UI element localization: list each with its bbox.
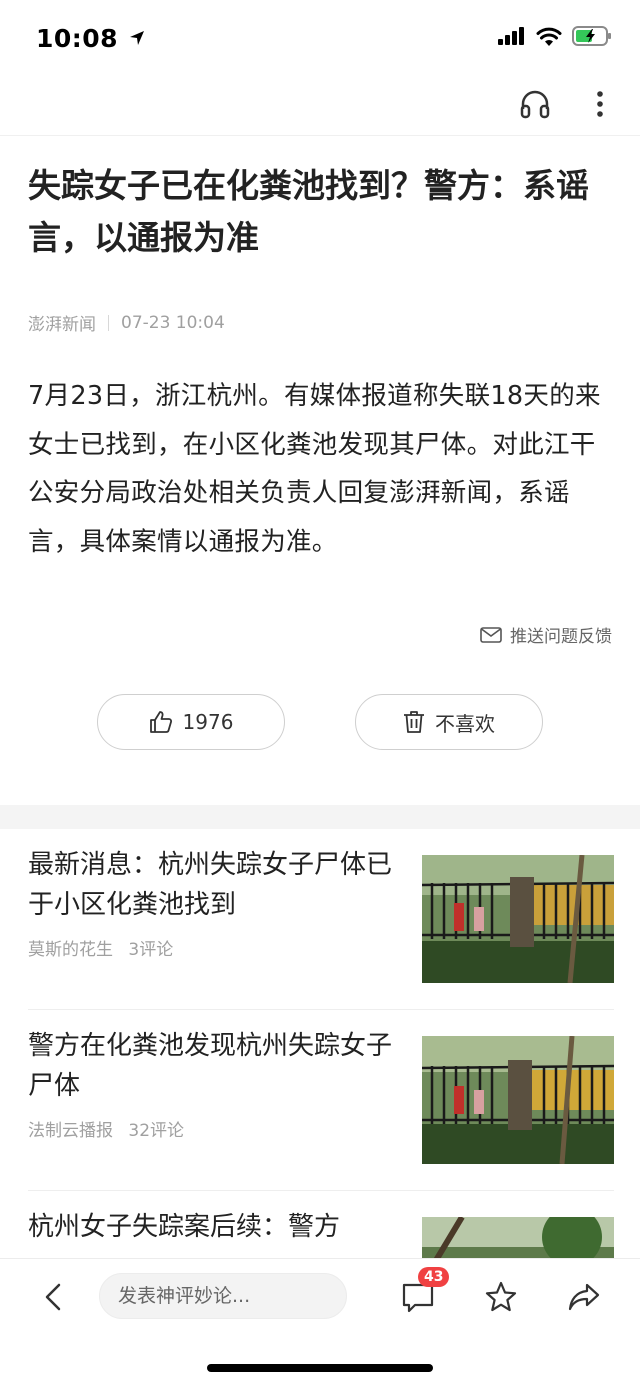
favorite-button[interactable] [479, 1275, 523, 1319]
trash-icon [404, 711, 424, 733]
news-thumbnail [422, 855, 614, 983]
dislike-label: 不喜欢 [435, 711, 495, 736]
news-source: 莫斯的花生 [28, 940, 113, 960]
more-vertical-icon [597, 91, 603, 117]
location-arrow-icon [130, 31, 145, 45]
top-toolbar [0, 76, 640, 136]
news-source: 法制云播报 [28, 1121, 113, 1141]
news-meta: 莫斯的花生 3评论 [28, 935, 173, 960]
article-body: 7月23日，浙江杭州。有媒体报道称失联18天的来女士已找到，在小区化粪池发现其尸… [28, 381, 601, 557]
share-button[interactable] [562, 1275, 606, 1319]
article-meta: 澎湃新闻 07-23 10:04 [28, 310, 225, 336]
signal-icon [498, 27, 524, 45]
news-thumbnail [422, 1036, 614, 1164]
news-comment-count: 3评论 [128, 940, 174, 960]
article-datetime: 07-23 10:04 [121, 312, 225, 333]
feedback-link[interactable]: 推送问题反馈 [480, 622, 612, 647]
listen-button[interactable] [515, 84, 555, 124]
news-title: 杭州女子失踪案后续：警方 [28, 1212, 341, 1242]
status-time: 10:08 [36, 24, 145, 53]
section-divider [0, 805, 640, 829]
headphones-icon [520, 90, 550, 119]
status-bar: 10:08 [0, 0, 640, 76]
article-title: 失踪女子已在化粪池找到？警方：系谣言，以通报为准 [28, 166, 589, 257]
related-news-item[interactable]: 警方在化粪池发现杭州失踪女子尸体 法制云播报 32评论 [28, 1010, 614, 1191]
like-button[interactable]: 1976 [97, 694, 285, 750]
star-icon [485, 1281, 517, 1312]
more-button[interactable] [580, 84, 620, 124]
wifi-icon [536, 27, 562, 46]
back-arrow-icon [45, 1283, 61, 1311]
related-news-item[interactable]: 最新消息：杭州失踪女子尸体已于小区化粪池找到 莫斯的花生 3评论 [28, 829, 614, 1010]
news-comment-count: 32评论 [128, 1121, 185, 1141]
feedback-label: 推送问题反馈 [510, 627, 612, 647]
share-icon [568, 1283, 600, 1311]
meta-divider [108, 314, 109, 331]
battery-charging-icon [572, 26, 611, 46]
news-meta: 法制云播报 32评论 [28, 1116, 184, 1141]
home-indicator [207, 1364, 433, 1372]
news-title: 最新消息：杭州失踪女子尸体已于小区化粪池找到 [28, 850, 393, 920]
news-title: 警方在化粪池发现杭州失踪女子尸体 [28, 1031, 393, 1101]
comments-button[interactable]: 43 [396, 1267, 450, 1319]
back-button[interactable] [34, 1277, 74, 1317]
dislike-button[interactable]: 不喜欢 [355, 694, 543, 750]
article-source[interactable]: 澎湃新闻 [28, 310, 96, 335]
comment-count-badge: 43 [418, 1267, 450, 1287]
like-count: 1976 [182, 710, 234, 734]
thumbs-up-icon [149, 711, 172, 733]
comment-input[interactable]: 发表神评妙论... [99, 1273, 347, 1319]
status-icons [498, 26, 612, 46]
mail-icon [480, 626, 502, 643]
